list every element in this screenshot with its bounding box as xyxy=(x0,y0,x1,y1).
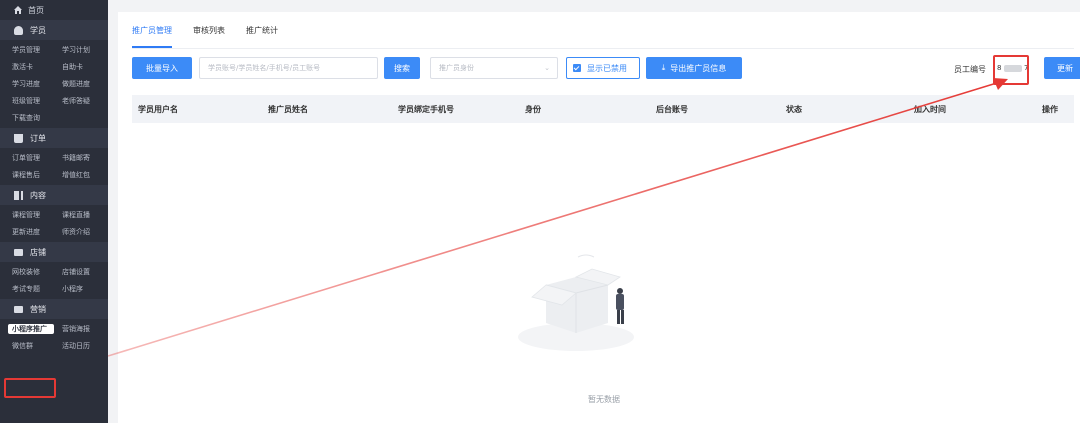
col-promoter-name: 推广员姓名 xyxy=(268,104,308,114)
menu-item[interactable]: 店铺设置 xyxy=(54,267,108,277)
menu-item[interactable]: 订单管理 xyxy=(0,153,54,163)
menu-item[interactable]: 师资介绍 xyxy=(54,227,108,237)
menu-item[interactable]: 书籍邮寄 xyxy=(54,153,108,163)
section-title: 学员 xyxy=(30,25,46,35)
menu-item[interactable]: 学习计划 xyxy=(54,45,108,55)
menu-item[interactable]: 考试专题 xyxy=(0,284,54,294)
main-panel: 推广员管理 审核列表 推广统计 批量导入 学员账号/学员姓名/手机号/员工账号 … xyxy=(118,12,1080,423)
menu-item[interactable]: 激活卡 xyxy=(0,62,54,72)
table-header: 学员用户名 推广员姓名 学员绑定手机号 身份 后台账号 状态 加入时间 操作 xyxy=(132,95,1074,123)
section-marketing[interactable]: 营销 xyxy=(0,299,108,319)
nav-home-label: 首页 xyxy=(28,5,44,15)
menu-item[interactable]: 课程管理 xyxy=(0,210,54,220)
menu-item[interactable]: 学员管理 xyxy=(0,45,54,55)
identity-select[interactable]: 推广员身份 ⌄ xyxy=(430,57,558,79)
checkbox-icon xyxy=(573,64,581,72)
sidebar: 首页 学员 学员管理 学习计划 激活卡 自助卡 学习进度 做题进度 班级管理 老师答疑 … xyxy=(0,0,108,423)
tab-bar: 推广员管理 审核列表 推广统计 xyxy=(132,18,299,48)
section-title: 营销 xyxy=(30,304,46,314)
bag-icon xyxy=(14,133,23,143)
col-bound-phone: 学员绑定手机号 xyxy=(398,104,454,114)
menu-item[interactable]: 微信群 xyxy=(0,341,54,351)
menu-item[interactable]: 班级管理 xyxy=(0,96,54,106)
search-button[interactable]: 搜索 xyxy=(384,57,420,79)
marketing-icon xyxy=(14,305,23,313)
menu-item[interactable]: 活动日历 xyxy=(54,341,108,351)
menu-item-miniprogram-promotion[interactable]: 小程序推广 xyxy=(8,323,54,334)
col-status: 状态 xyxy=(786,104,802,114)
update-button[interactable]: 更新 xyxy=(1044,57,1080,79)
menu-item[interactable]: 更新进度 xyxy=(0,227,54,237)
employee-number-label: 员工编号 xyxy=(954,65,986,74)
shop-icon xyxy=(14,248,23,256)
show-disabled-label: 显示已禁用 xyxy=(587,63,627,73)
section-content[interactable]: 内容 xyxy=(0,185,108,205)
menu-item[interactable]: 营销海报 xyxy=(54,324,108,334)
col-admin-account: 后台账号 xyxy=(656,104,688,114)
export-label: 导出推广员信息 xyxy=(670,63,727,73)
menu-item[interactable]: 老师答疑 xyxy=(54,96,108,106)
annotation-box-menu xyxy=(4,378,56,398)
export-button[interactable]: ⤓ 导出推广员信息 xyxy=(646,57,742,79)
tab-promoter-management[interactable]: 推广员管理 xyxy=(132,18,172,48)
tab-divider xyxy=(132,48,1074,49)
search-input[interactable]: 学员账号/学员姓名/手机号/员工账号 xyxy=(199,57,378,79)
section-title: 店铺 xyxy=(30,247,46,257)
menu-item[interactable]: 自助卡 xyxy=(54,62,108,72)
col-actions: 操作 xyxy=(1042,104,1058,114)
download-icon: ⤓ xyxy=(661,63,666,72)
chart-icon xyxy=(14,190,23,200)
batch-import-button[interactable]: 批量导入 xyxy=(132,57,192,79)
person-icon xyxy=(14,25,23,35)
menu-item[interactable]: 网校装修 xyxy=(0,267,54,277)
menu-item[interactable]: 学习进度 xyxy=(0,79,54,89)
section-title: 订单 xyxy=(30,133,46,143)
menu-item[interactable]: 课程直播 xyxy=(54,210,108,220)
empty-box-illustration xyxy=(518,254,634,351)
tab-review-list[interactable]: 审核列表 xyxy=(193,18,225,48)
identity-placeholder: 推广员身份 xyxy=(439,64,474,72)
col-student-username: 学员用户名 xyxy=(138,104,178,114)
show-disabled-toggle[interactable]: 显示已禁用 xyxy=(566,57,640,79)
col-identity: 身份 xyxy=(525,104,541,114)
section-shop[interactable]: 店铺 xyxy=(0,242,108,262)
section-orders[interactable]: 订单 xyxy=(0,128,108,148)
menu-item[interactable]: 做题进度 xyxy=(54,79,108,89)
annotation-box-employee-number xyxy=(993,55,1029,85)
nav-home[interactable]: 首页 xyxy=(0,0,108,20)
menu-item[interactable]: 下载查询 xyxy=(0,113,54,123)
chevron-down-icon: ⌄ xyxy=(544,64,550,72)
home-icon xyxy=(14,6,22,14)
empty-state-text: 暂无数据 xyxy=(588,395,620,404)
section-title: 内容 xyxy=(30,190,46,200)
menu-item[interactable]: 小程序 xyxy=(54,284,108,294)
toolbar: 批量导入 学员账号/学员姓名/手机号/员工账号 搜索 推广员身份 ⌄ 显示已禁用… xyxy=(132,57,1080,81)
col-join-time: 加入时间 xyxy=(914,104,946,114)
menu-item[interactable]: 课程售后 xyxy=(0,170,54,180)
tab-promotion-stats[interactable]: 推广统计 xyxy=(246,18,278,48)
menu-item[interactable]: 增值红包 xyxy=(54,170,108,180)
section-students[interactable]: 学员 xyxy=(0,20,108,40)
